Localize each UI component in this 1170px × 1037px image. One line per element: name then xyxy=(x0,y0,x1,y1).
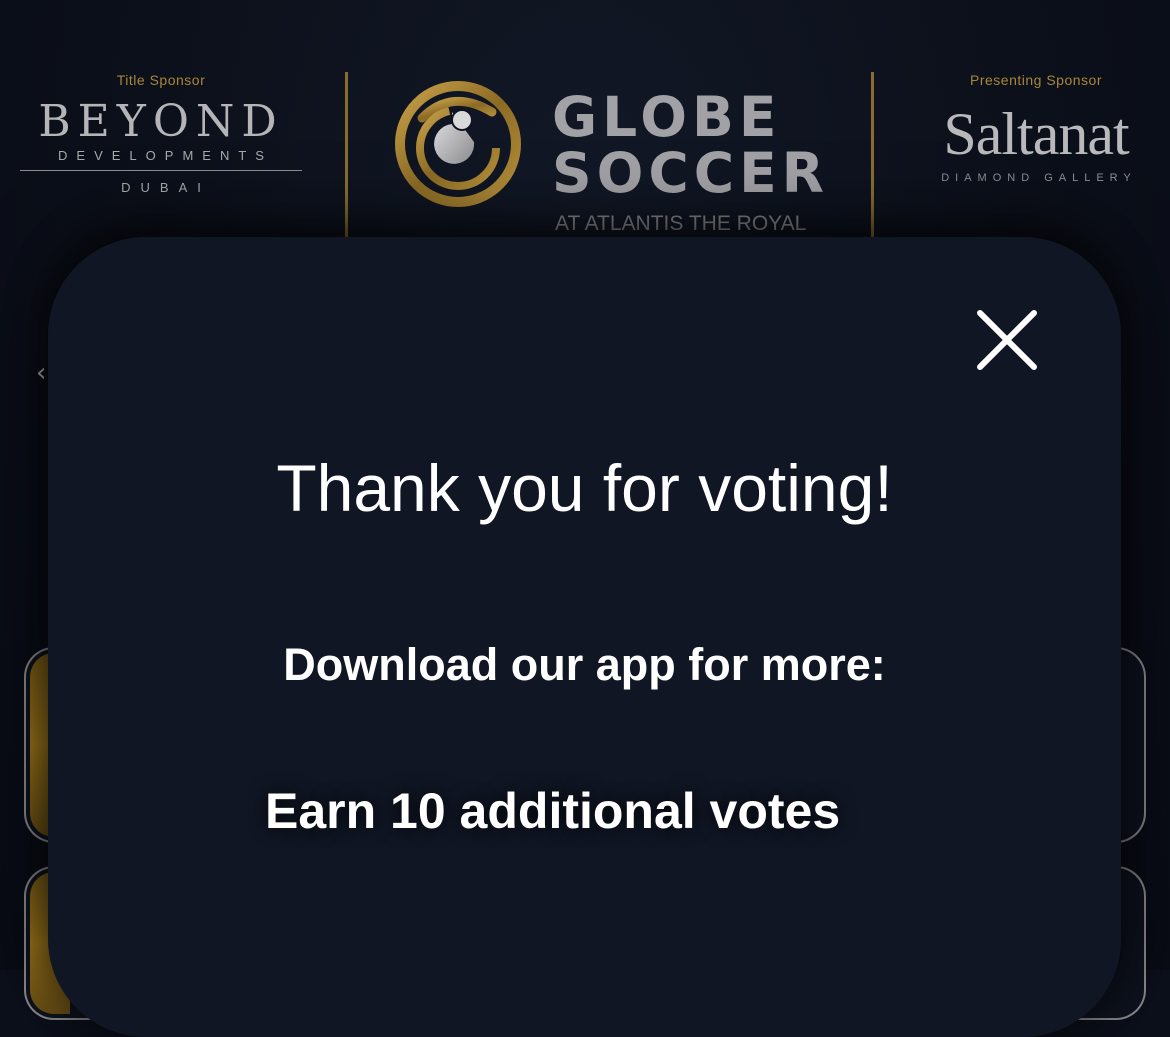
main-logo-tagline: AT ATLANTIS THE ROYAL xyxy=(555,212,807,235)
close-icon[interactable] xyxy=(974,307,1040,373)
header-divider-right xyxy=(871,72,874,238)
title-sponsor-name: BEYOND xyxy=(38,96,284,147)
presenting-sponsor-name: Saltanat xyxy=(943,101,1129,167)
main-logo-line2: SOCCER xyxy=(552,141,830,205)
header-divider-left xyxy=(345,72,348,238)
title-sponsor-caption: Title Sponsor xyxy=(116,72,206,88)
modal-title: Thank you for voting! xyxy=(276,451,893,525)
title-sponsor-logo: Title Sponsor BEYOND DEVELOPMENTS DUBAI xyxy=(20,72,302,195)
presenting-sponsor-caption: Presenting Sponsor xyxy=(970,72,1102,88)
thank-you-modal: Thank you for voting! Download our app f… xyxy=(48,237,1121,1037)
earn-votes-text: Earn 10 additional votes xyxy=(265,783,841,839)
presenting-sponsor-subtitle: DIAMOND GALLERY xyxy=(941,172,1137,184)
title-sponsor-city: DUBAI xyxy=(121,180,211,195)
vote-page: Title Sponsor BEYOND DEVELOPMENTS DUBAI xyxy=(0,0,1170,1037)
modal-subtitle: Download our app for more: xyxy=(283,639,886,690)
back-chevron-icon[interactable]: ‹ xyxy=(36,360,46,386)
main-logo-line1: GLOBE xyxy=(552,85,782,149)
globe-soccer-emblem-icon xyxy=(395,81,521,207)
sponsor-header: Title Sponsor BEYOND DEVELOPMENTS DUBAI xyxy=(0,0,1170,240)
title-sponsor-subtitle: DEVELOPMENTS xyxy=(20,148,302,171)
presenting-sponsor-logo: Presenting Sponsor Saltanat DIAMOND GALL… xyxy=(918,72,1154,184)
